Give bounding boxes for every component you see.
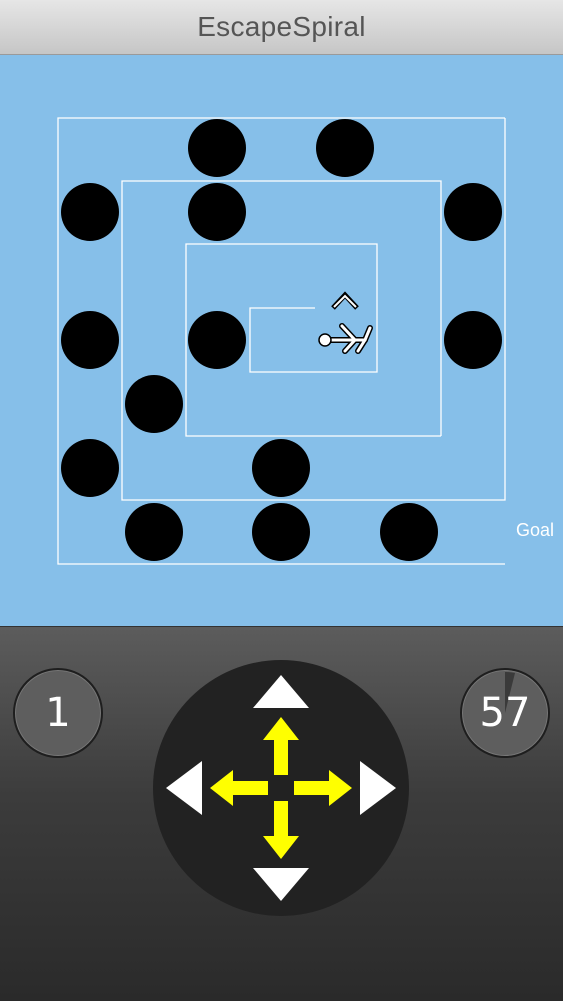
timer-dial: 57 bbox=[460, 668, 550, 758]
obstacle bbox=[188, 119, 246, 177]
obstacle bbox=[252, 503, 310, 561]
obstacles bbox=[61, 119, 502, 561]
arrow-right-icon[interactable] bbox=[360, 761, 396, 815]
arrow-down-icon[interactable] bbox=[253, 868, 309, 901]
obstacle bbox=[61, 183, 119, 241]
obstacle bbox=[61, 439, 119, 497]
obstacle bbox=[125, 375, 183, 433]
wall-outer bbox=[57, 117, 505, 565]
obstacle bbox=[125, 503, 183, 561]
game-board: Goal bbox=[0, 55, 563, 626]
obstacle bbox=[380, 503, 438, 561]
right-button[interactable] bbox=[294, 770, 352, 806]
obstacle bbox=[188, 311, 246, 369]
spiral-walls bbox=[57, 117, 506, 565]
wall-2 bbox=[121, 118, 506, 501]
dpad[interactable] bbox=[153, 660, 409, 916]
goal-label: Goal bbox=[516, 520, 554, 540]
obstacle bbox=[61, 311, 119, 369]
obstacle bbox=[444, 183, 502, 241]
app-title: EscapeSpiral bbox=[197, 11, 366, 42]
down-button[interactable] bbox=[263, 801, 299, 859]
title-bar: EscapeSpiral bbox=[0, 0, 563, 55]
obstacle bbox=[316, 119, 374, 177]
running-person-icon bbox=[318, 323, 373, 354]
obstacle bbox=[188, 183, 246, 241]
level-counter-value: 1 bbox=[45, 690, 71, 736]
level-counter: 1 bbox=[13, 668, 103, 758]
obstacle bbox=[252, 439, 310, 497]
direction-marker-icon bbox=[331, 291, 359, 310]
arrow-left-icon[interactable] bbox=[166, 761, 202, 815]
arrow-up-icon[interactable] bbox=[253, 675, 309, 708]
control-panel: 1 57 bbox=[0, 626, 563, 1001]
timer-value: 57 bbox=[479, 690, 531, 736]
up-button[interactable] bbox=[263, 717, 299, 775]
left-button[interactable] bbox=[210, 770, 268, 806]
obstacle bbox=[444, 311, 502, 369]
